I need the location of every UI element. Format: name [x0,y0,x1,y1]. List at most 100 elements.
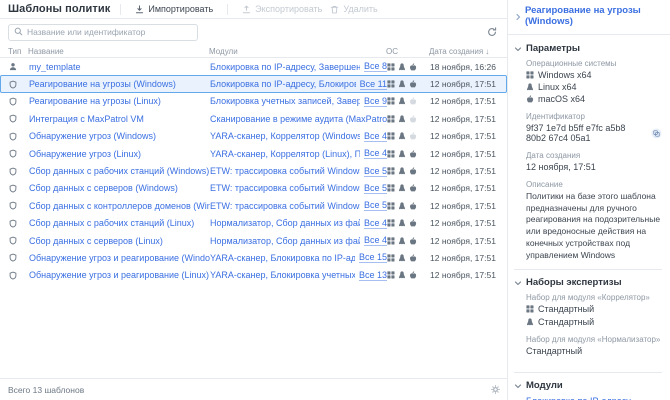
table-row[interactable]: Сбор данных с рабочих станций (Windows)E… [0,162,507,179]
description-text: Политики на базе этого шаблона предназна… [526,191,670,261]
identifier-label: Идентификатор [526,112,662,121]
details-panel: Реагирование на угрозы (Windows) Парамет… [508,0,670,400]
template-name-link[interactable]: Реагирование на угрозы (Linux) [29,96,210,106]
row-type-cell [9,97,29,106]
table-row[interactable]: Интеграция с MaxPatrol VMСканирование в … [0,110,507,127]
all-modules-link[interactable]: Все 8 [364,61,387,72]
column-header-name[interactable]: Название [28,47,209,56]
module-link[interactable]: Блокировка по IP-адресу [526,396,631,400]
modules-summary[interactable]: YARA-сканер, Блокировка по IP-адресу, Бл… [210,253,355,263]
all-modules-link[interactable]: Все 5 [364,200,387,211]
modules-section-header[interactable]: Модули [514,380,662,391]
template-name-link[interactable]: Сбор данных с рабочих станций (Windows) [29,166,210,176]
table-row[interactable]: Реагирование на угрозы (Linux)Блокировка… [0,93,507,110]
modules-summary[interactable]: ETW: трассировка событий Windows, WinEve… [210,201,360,211]
linux-icon [526,83,534,91]
search-input[interactable] [27,27,192,37]
table-row[interactable]: Обнаружение угроз (Windows)YARA-сканер, … [0,128,507,145]
page-title: Шаблоны политик [8,3,110,15]
refresh-button[interactable] [485,25,499,39]
row-created-cell: 12 ноября, 17:51 [430,253,498,263]
table-row[interactable]: Сбор данных с серверов (Linux)Нормализат… [0,232,507,249]
all-modules-link[interactable]: Все 4 [364,235,387,246]
expertise-section-header[interactable]: Наборы экспертизы [514,277,662,288]
os-item: Windows x64 [526,70,662,80]
template-name-link[interactable]: Обнаружение угроз и реагирование (Linux) [29,270,210,280]
template-name-link[interactable]: Сбор данных с рабочих станций (Linux) [29,218,210,228]
table-row[interactable]: Обнаружение угроз и реагирование (Window… [0,249,507,266]
table-row[interactable]: my_templateБлокировка по IP-адресу, Заве… [0,58,507,75]
table-settings-button[interactable] [490,384,501,395]
all-modules-link[interactable]: Все 15 [359,252,387,263]
copy-icon[interactable] [651,128,662,139]
expertise-set-label: Набор для модуля «Коррелятор» [526,293,662,302]
row-os-cell [387,271,430,279]
delete-button[interactable]: Удалить [326,4,381,14]
os-item-label: Windows x64 [538,70,592,80]
modules-summary[interactable]: Блокировка учетных записей, Завершение п… [210,96,360,106]
table-row[interactable]: Сбор данных с контроллеров доменов (Wind… [0,197,507,214]
linux-icon [398,237,406,245]
modules-summary[interactable]: Блокировка по IP-адресу, Блокировка учет… [210,79,356,89]
table-header: Тип Название Модули ОС Дата создания↓ [0,45,507,58]
modules-summary[interactable]: YARA-сканер, Коррелятор (Linux), Проверк… [210,149,360,159]
template-name-link[interactable]: Сбор данных с контроллеров доменов (Wind… [29,201,210,211]
windows-icon [387,184,395,192]
column-header-type[interactable]: Тип [8,47,28,56]
all-modules-link[interactable]: Все 4 [364,148,387,159]
mac-icon [409,184,417,192]
template-name-link[interactable]: Интеграция с MaxPatrol VM [29,114,210,124]
modules-summary[interactable]: YARA-сканер, Блокировка учетных записей,… [210,270,355,280]
shield-icon [9,253,17,262]
mac-icon [409,63,417,71]
all-modules-link[interactable]: Все 13 [359,270,387,281]
search-box[interactable] [8,24,198,41]
windows-icon [387,271,395,279]
row-modules-cell: YARA-сканер, Блокировка учетных записей,… [210,270,387,281]
row-modules-cell: ETW: трассировка событий Windows, WinEve… [210,200,387,211]
details-panel-header[interactable]: Реагирование на угрозы (Windows) [508,0,670,35]
modules-summary[interactable]: Блокировка по IP-адресу, Завершение проц… [210,62,360,72]
all-modules-link[interactable]: Все 9 [364,96,387,107]
template-name-link[interactable]: Обнаружение угроз и реагирование (Window… [29,253,210,263]
template-name-link[interactable]: my_template [29,62,210,72]
shield-icon [9,167,17,176]
row-type-cell [9,62,29,71]
parameters-section-header[interactable]: Параметры [514,43,662,54]
import-button[interactable]: Импортировать [131,4,217,14]
column-header-created[interactable]: Дата создания↓ [429,47,499,56]
row-type-cell [9,253,29,262]
row-os-cell [387,97,430,105]
table-row[interactable]: Реагирование на угрозы (Windows)Блокиров… [0,75,507,92]
modules-summary[interactable]: Нормализатор, Сбор данных из файлов журн… [210,218,360,228]
modules-summary[interactable]: ETW: трассировка событий Windows, WinEve… [210,183,360,193]
export-button[interactable]: Экспортировать [238,4,326,14]
details-title[interactable]: Реагирование на угрозы (Windows) [525,6,662,28]
modules-summary[interactable]: YARA-сканер, Коррелятор (Windows), Прове… [210,131,360,141]
expertise-set-value: Стандартный [526,346,582,356]
table-row[interactable]: Обнаружение угроз (Linux)YARA-сканер, Ко… [0,145,507,162]
export-icon [242,5,251,14]
table-row[interactable]: Сбор данных с рабочих станций (Linux)Нор… [0,215,507,232]
column-header-modules[interactable]: Модули [209,47,386,56]
shield-icon [9,219,17,228]
delete-button-label: Удалить [343,4,377,14]
template-name-link[interactable]: Обнаружение угроз (Linux) [29,149,210,159]
all-modules-link[interactable]: Все 4 [364,218,387,229]
all-modules-link[interactable]: Все 5 [364,183,387,194]
template-name-link[interactable]: Сбор данных с серверов (Windows) [29,183,210,193]
expertise-set-item: Стандартный [526,317,662,327]
all-modules-link[interactable]: Все 4 [364,131,387,142]
modules-summary[interactable]: Сканирование в режиме аудита (MaxPatrol … [210,114,387,124]
table-row[interactable]: Обнаружение угроз и реагирование (Linux)… [0,267,507,284]
template-name-link[interactable]: Сбор данных с серверов (Linux) [29,236,210,246]
column-header-os[interactable]: ОС [386,47,429,56]
modules-summary[interactable]: ETW: трассировка событий Windows, WinEve… [210,166,360,176]
template-name-link[interactable]: Реагирование на угрозы (Windows) [29,79,210,89]
modules-summary[interactable]: Нормализатор, Сбор данных из файлов журн… [210,236,360,246]
row-type-cell [9,271,29,280]
template-name-link[interactable]: Обнаружение угроз (Windows) [29,131,210,141]
all-modules-link[interactable]: Все 5 [364,166,387,177]
all-modules-link[interactable]: Все 11 [360,79,387,90]
table-row[interactable]: Сбор данных с серверов (Windows)ETW: тра… [0,180,507,197]
